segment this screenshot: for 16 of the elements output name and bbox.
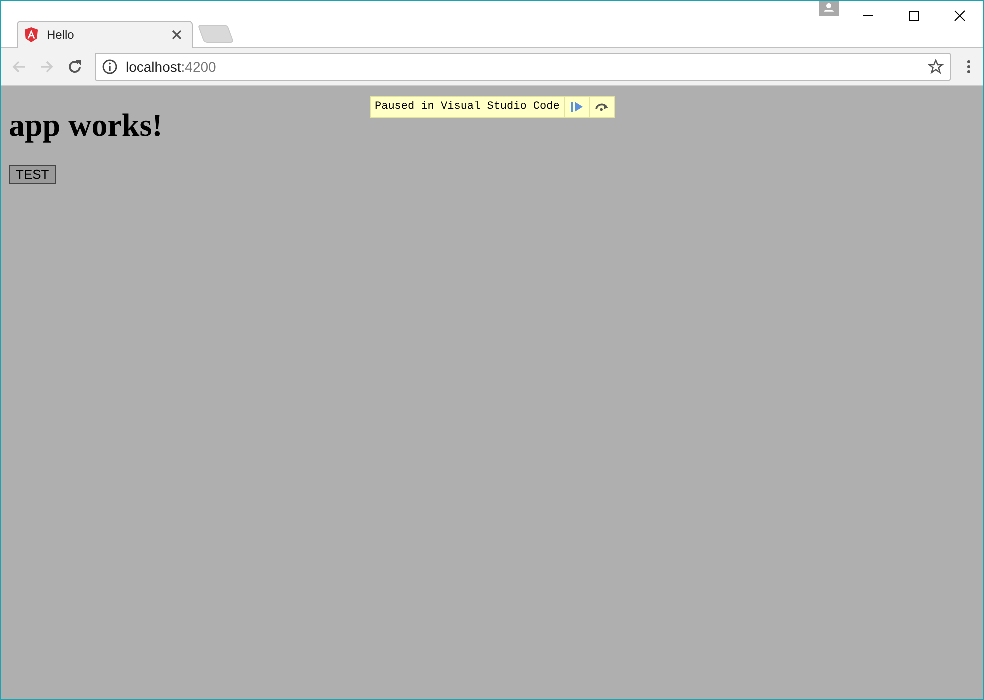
close-icon[interactable]	[172, 30, 182, 40]
resume-icon	[570, 101, 584, 113]
browser-tab[interactable]: Hello	[17, 21, 193, 48]
tab-title: Hello	[47, 28, 76, 42]
reload-icon[interactable]	[67, 58, 83, 74]
step-over-icon	[594, 101, 609, 113]
url-port: :4200	[181, 58, 216, 74]
banner-text: Paused in Visual Studio Code	[374, 101, 561, 113]
url-host: localhost	[126, 58, 182, 74]
menu-icon[interactable]	[967, 58, 971, 74]
shield-logo-icon	[24, 27, 39, 43]
star-icon[interactable]	[928, 58, 944, 74]
test-button[interactable]: TEST	[9, 165, 56, 184]
page-heading: app works!	[9, 107, 164, 144]
address-bar[interactable]: localhost:4200	[95, 52, 951, 80]
info-icon	[102, 58, 118, 74]
